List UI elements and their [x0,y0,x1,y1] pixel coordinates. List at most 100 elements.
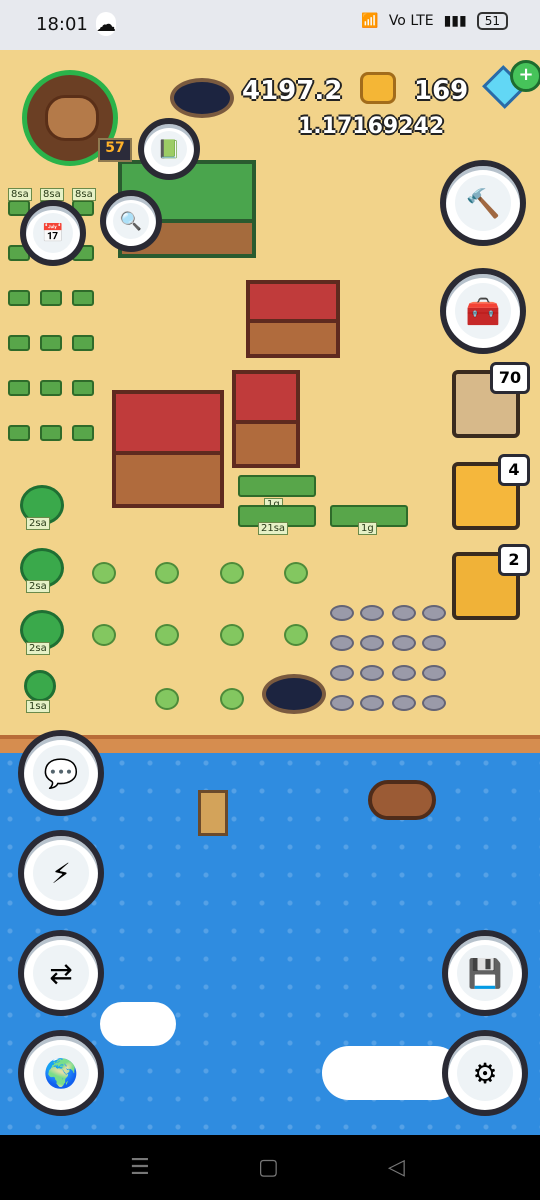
signal-bars-icon: ▮▮▮ [443,13,467,29]
add-currency-button[interactable]: + [510,60,540,92]
red-roof-house-large[interactable] [112,390,224,508]
bush[interactable] [92,624,116,646]
bush[interactable] [220,562,244,584]
status-time: 18:01 [36,14,88,35]
system-navigation-bar: ☰ ▢ ◁ [0,1135,540,1200]
tree-timer-label: 2sa [26,580,50,593]
rock[interactable] [330,605,354,621]
rock[interactable] [422,695,446,711]
crop-plot[interactable] [72,425,94,441]
cloud-decor [322,1046,462,1100]
rock[interactable] [422,635,446,651]
magnifier-button[interactable]: 🔍 [100,190,162,252]
pit-hole[interactable] [170,78,234,118]
rock[interactable] [392,605,416,621]
secondary-currency-value: 1.17169242 [298,114,445,139]
inventory-chest-button[interactable]: 🧰 [440,268,526,354]
globe-icon: 🌍 [33,1045,89,1101]
crop-plot[interactable] [72,380,94,396]
status-right: 📶 Vo LTE ▮▮▮ 51 [361,12,508,30]
timer-book-button[interactable]: 📗 [138,118,200,180]
red-roof-house-small[interactable] [246,280,340,358]
fruit-count-badge: 4 [498,454,530,486]
crop-plot[interactable] [72,335,94,351]
crop-plot[interactable] [40,290,62,306]
rock[interactable] [360,635,384,651]
coin-icon [360,72,396,104]
tree-timer-label: 1sa [26,700,50,713]
tree-timer-label: 2sa [26,642,50,655]
rock[interactable] [392,635,416,651]
bush[interactable] [284,624,308,646]
build-hammer-button[interactable]: 🔨 [440,160,526,246]
crop-plot[interactable] [40,380,62,396]
crop-plot[interactable] [40,335,62,351]
small-tree[interactable] [24,670,56,702]
hay-count-badge: 2 [498,544,530,576]
crop-plot[interactable] [8,290,30,306]
crop-plot[interactable] [72,290,94,306]
calendar-icon: 📅 [33,213,73,253]
magnifier-icon: 🔍 [113,203,149,239]
buoy-marker[interactable] [198,790,228,836]
game-viewport[interactable]: 8sa 8sa 8sa 2sa 2sa 2sa 1sa 1g 21sa 1g [0,50,540,1135]
save-button[interactable]: 💾 [442,930,528,1016]
coins-value: 4197.2 [242,76,343,106]
rock[interactable] [360,695,384,711]
player-level-badge: 57 [98,138,132,162]
rock[interactable] [360,665,384,681]
bush[interactable] [155,562,179,584]
house-wall [116,450,220,504]
house-wall [236,419,296,464]
rock[interactable] [422,605,446,621]
bush[interactable] [284,562,308,584]
hammer-icon: 🔨 [455,175,511,231]
plot-timer-label: 21sa [258,522,289,535]
chest-icon: 🧰 [455,283,511,339]
crop-plot[interactable] [8,425,30,441]
calendar-button[interactable]: 📅 [20,200,86,266]
rock[interactable] [392,665,416,681]
chat-icon: 💬 [33,745,89,801]
bush[interactable] [155,688,179,710]
settings-button[interactable]: ⚙ [442,1030,528,1116]
back-button[interactable]: ◁ [388,1155,405,1180]
gear-icon: ⚙ [457,1045,513,1101]
status-bar: 18:01 ☁ 📶 Vo LTE ▮▮▮ 51 [0,0,540,50]
chat-button[interactable]: 💬 [18,730,104,816]
red-roof-tower[interactable] [232,370,300,468]
rock[interactable] [330,695,354,711]
floppy-disk-icon: 💾 [457,945,513,1001]
pit-hole[interactable] [262,674,326,714]
planter-plot[interactable] [238,475,316,497]
rock[interactable] [360,605,384,621]
crop-plot[interactable] [8,335,30,351]
home-button[interactable]: ▢ [258,1155,279,1180]
bush[interactable] [155,624,179,646]
battery-indicator: 51 [476,12,508,30]
rock[interactable] [330,665,354,681]
crop-timer-label: 8sa [72,188,96,201]
recent-apps-button[interactable]: ☰ [130,1155,150,1180]
crop-timer-label: 8sa [8,188,32,201]
bush[interactable] [220,624,244,646]
bush[interactable] [92,562,116,584]
walrus-face-icon [45,95,99,141]
rock[interactable] [422,665,446,681]
plot-timer-label: 1g [358,522,377,535]
swap-button[interactable]: ⇄ [18,930,104,1016]
crop-plot[interactable] [40,425,62,441]
cloud-decor [100,1002,176,1046]
house-wall [250,318,336,354]
swap-arrows-icon: ⇄ [33,945,89,1001]
world-map-button[interactable]: 🌍 [18,1030,104,1116]
rock[interactable] [392,695,416,711]
crop-plot[interactable] [8,380,30,396]
energy-button[interactable]: ⚡ [18,830,104,916]
bush[interactable] [220,688,244,710]
rock[interactable] [330,635,354,651]
signal-label: Vo LTE [388,13,434,29]
boat[interactable] [368,780,436,820]
wifi-icon: 📶 [361,13,379,29]
book-clock-icon: 📗 [151,131,187,167]
